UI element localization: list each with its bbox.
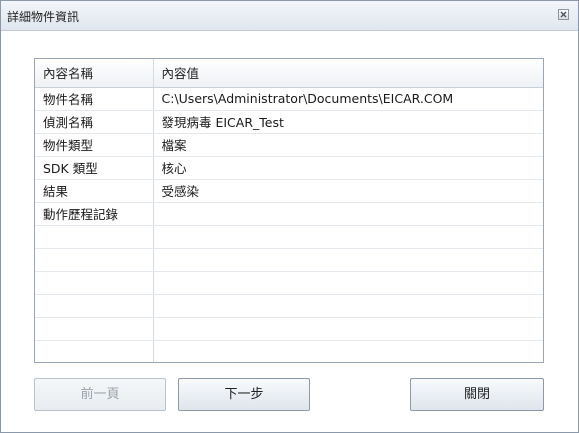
- dialog-window: 詳細物件資訊 內容名稱 內容值 物件名稱 C:\Users\Administrat…: [0, 0, 579, 433]
- property-value-cell: 檔案: [153, 133, 543, 157]
- table-row[interactable]: [35, 248, 543, 272]
- property-name-cell: [35, 294, 154, 318]
- property-value-cell: [153, 202, 543, 226]
- table-header-row: 內容名稱 內容值: [35, 59, 543, 88]
- property-name-cell: [35, 317, 154, 341]
- table-row[interactable]: [35, 317, 543, 341]
- column-header-property-value[interactable]: 內容值: [153, 59, 543, 88]
- previous-page-button: 前一頁: [34, 378, 166, 411]
- close-button[interactable]: 關閉: [410, 378, 544, 411]
- table-row[interactable]: [35, 225, 543, 249]
- property-value-cell: C:\Users\Administrator\Documents\EICAR.C…: [153, 87, 543, 111]
- property-name-cell: 結果: [35, 179, 154, 203]
- table-row[interactable]: 物件類型 檔案: [35, 133, 543, 157]
- property-name-cell: SDK 類型: [35, 156, 154, 180]
- property-name-cell: [35, 271, 154, 295]
- window-title: 詳細物件資訊: [7, 10, 80, 24]
- table-row[interactable]: [35, 294, 543, 318]
- property-name-cell: [35, 340, 154, 362]
- column-header-property-name[interactable]: 內容名稱: [35, 59, 154, 88]
- property-value-cell: [153, 248, 543, 272]
- table-row[interactable]: 偵測名稱 發現病毒 EICAR_Test: [35, 110, 543, 134]
- property-value-cell: [153, 225, 543, 249]
- table-row[interactable]: SDK 類型 核心: [35, 156, 543, 180]
- property-value-cell: [153, 317, 543, 341]
- property-value-cell: 受感染: [153, 179, 543, 203]
- close-icon: [560, 11, 567, 18]
- table-row[interactable]: 物件名稱 C:\Users\Administrator\Documents\EIC…: [35, 87, 543, 111]
- close-window-button[interactable]: [558, 9, 569, 20]
- property-name-cell: 物件名稱: [35, 87, 154, 111]
- table-row[interactable]: [35, 340, 543, 362]
- properties-table: 內容名稱 內容值 物件名稱 C:\Users\Administrator\Docu…: [34, 58, 544, 363]
- next-button[interactable]: 下一步: [178, 378, 310, 411]
- property-name-cell: [35, 225, 154, 249]
- property-name-cell: 動作歷程記錄: [35, 202, 154, 226]
- property-name-cell: [35, 248, 154, 272]
- property-value-cell: 發現病毒 EICAR_Test: [153, 110, 543, 134]
- title-bar: 詳細物件資訊: [1, 1, 578, 31]
- table-row[interactable]: 動作歷程記錄: [35, 202, 543, 226]
- property-value-cell: [153, 271, 543, 295]
- table-row[interactable]: 結果 受感染: [35, 179, 543, 203]
- property-name-cell: 偵測名稱: [35, 110, 154, 134]
- property-value-cell: 核心: [153, 156, 543, 180]
- property-value-cell: [153, 340, 543, 362]
- table-row[interactable]: [35, 271, 543, 295]
- property-value-cell: [153, 294, 543, 318]
- property-name-cell: 物件類型: [35, 133, 154, 157]
